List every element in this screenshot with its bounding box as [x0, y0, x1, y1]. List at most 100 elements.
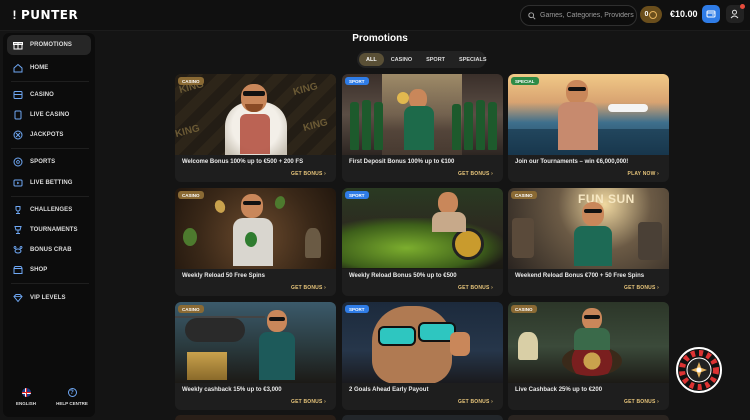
- promo-image-champagne: [342, 74, 503, 155]
- get-bonus-link[interactable]: GET BONUS ›: [291, 285, 326, 291]
- wallet-icon: [706, 10, 716, 18]
- logo-text: PUNTER: [21, 8, 79, 22]
- slot-machine-icon: [12, 90, 23, 101]
- category-badge: CASINO: [178, 305, 204, 313]
- promo-title: Welcome Bonus 100% up to €500 + 200 FS: [182, 159, 304, 165]
- sidebar-item-casino[interactable]: CASINO: [7, 86, 91, 104]
- sidebar-item-sports[interactable]: SPORTS: [7, 153, 91, 171]
- crab-icon: [12, 245, 23, 256]
- tab-sport[interactable]: SPORT: [419, 53, 452, 66]
- get-bonus-link[interactable]: GET BONUS ›: [458, 171, 493, 177]
- cta-label: PLAY NOW: [627, 171, 656, 177]
- top-header: ! PUNTER 0 €10.00: [0, 0, 750, 31]
- wallet-button[interactable]: [702, 5, 720, 23]
- sidebar-item-label: BONUS CRAB: [30, 247, 72, 253]
- home-icon: [12, 63, 23, 74]
- help-centre-link[interactable]: ? HELP CENTRE: [52, 388, 92, 406]
- roulette-wheel-icon[interactable]: [676, 347, 722, 393]
- sidebar-item-vip-levels[interactable]: VIP LEVELS: [7, 289, 91, 307]
- punter-logo[interactable]: ! PUNTER: [10, 8, 78, 22]
- sidebar-item-home[interactable]: HOME: [7, 59, 91, 77]
- category-badge: SPECIAL: [511, 77, 539, 85]
- language-selector[interactable]: ENGLISH: [6, 388, 46, 406]
- promo-card[interactable]: CASINO Weekly cashback 15% up to €3,000 …: [175, 302, 336, 410]
- get-bonus-link[interactable]: GET BONUS ›: [291, 171, 326, 177]
- coins-value: 0: [644, 11, 649, 18]
- sidebar-item-promotions[interactable]: PROMOTIONS: [7, 35, 91, 55]
- sidebar-item-shop[interactable]: SHOP: [7, 261, 91, 279]
- cards-icon: [12, 110, 23, 121]
- promo-card[interactable]: SPECIAL Join our Tournaments – win €6,00…: [508, 74, 669, 182]
- sidebar-item-label: CASINO: [30, 92, 54, 98]
- sidebar-item-label: SHOP: [30, 267, 48, 273]
- logo-mark: !: [12, 8, 17, 22]
- category-badge: SPORT: [345, 191, 369, 199]
- trophy-icon: [12, 205, 23, 216]
- get-bonus-link[interactable]: GET BONUS ›: [624, 285, 659, 291]
- sidebar-item-live-betting[interactable]: LIVE BETTING: [7, 174, 91, 192]
- search-icon: [528, 11, 536, 20]
- tab-all[interactable]: ALL: [359, 53, 384, 66]
- get-bonus-link[interactable]: GET BONUS ›: [458, 285, 493, 291]
- promo-image-glasses: [342, 302, 503, 383]
- language-label: ENGLISH: [15, 401, 36, 406]
- get-bonus-link[interactable]: GET BONUS ›: [458, 399, 493, 405]
- cta-label: GET BONUS: [291, 171, 323, 177]
- tab-specials[interactable]: SPECIALS: [452, 53, 494, 66]
- balance-display[interactable]: €10.00: [670, 9, 698, 19]
- help-icon: ?: [67, 388, 77, 397]
- sidebar-item-label: LIVE BETTING: [30, 180, 73, 186]
- sidebar-item-label: TOURNAMENTS: [30, 227, 78, 233]
- sidebar-item-live-casino[interactable]: LIVE CASINO: [7, 106, 91, 124]
- promo-image-yacht: [508, 74, 669, 155]
- sidebar-item-label: CHALLENGES: [30, 207, 73, 213]
- account-icon: [730, 9, 739, 19]
- search-input[interactable]: [540, 12, 635, 19]
- cta-label: GET BONUS: [624, 285, 656, 291]
- get-bonus-link[interactable]: GET BONUS ›: [624, 399, 659, 405]
- account-button[interactable]: [726, 4, 745, 23]
- promo-card[interactable]: SPORT Weekly Reload Bonus 50% up to €500…: [342, 188, 503, 296]
- sidebar-item-tournaments[interactable]: TOURNAMENTS: [7, 221, 91, 239]
- sidebar-item-jackpots[interactable]: JACKPOTS: [7, 126, 91, 144]
- cta-label: GET BONUS: [458, 399, 490, 405]
- coins-button[interactable]: 0: [640, 6, 662, 23]
- coin-icon: [649, 10, 658, 19]
- cta-label: GET BONUS: [291, 399, 323, 405]
- promo-card[interactable]: FUN SUN CASINO Weekend Reload Bonus €700…: [508, 188, 669, 296]
- category-badge: CASINO: [511, 191, 537, 199]
- promo-card-partial[interactable]: [342, 415, 503, 420]
- promo-title: Weekly Reload 50 Free Spins: [182, 273, 265, 279]
- promo-card-partial[interactable]: [508, 415, 669, 420]
- sidebar-item-bonus-crab[interactable]: BONUS CRAB: [7, 241, 91, 259]
- promo-card-partial[interactable]: [175, 415, 336, 420]
- promo-card[interactable]: SPORT First Deposit Bonus 100% up to €10…: [342, 74, 503, 182]
- cup-icon: [12, 225, 23, 236]
- promo-card[interactable]: SPORT 2 Goals Ahead Early Payout GET BON…: [342, 302, 503, 410]
- promo-card[interactable]: KING KING KING KING CASINO Welcome Bonus…: [175, 74, 336, 182]
- play-now-link[interactable]: PLAY NOW ›: [628, 171, 659, 177]
- get-bonus-link[interactable]: GET BONUS ›: [291, 399, 326, 405]
- search-bar[interactable]: [520, 5, 637, 26]
- sidebar-item-challenges[interactable]: CHALLENGES: [7, 201, 91, 219]
- promo-title: Weekly Reload Bonus 50% up to €500: [349, 273, 457, 279]
- tab-casino[interactable]: CASINO: [384, 53, 419, 66]
- promo-card[interactable]: CASINO Weekly Reload 50 Free Spins GET B…: [175, 188, 336, 296]
- sidebar-item-label: LIVE CASINO: [30, 112, 70, 118]
- sidebar-item-label: PROMOTIONS: [30, 42, 73, 48]
- cta-label: GET BONUS: [458, 171, 490, 177]
- category-badge: CASINO: [178, 77, 204, 85]
- category-badge: CASINO: [178, 191, 204, 199]
- promo-title: Weekly cashback 15% up to €3,000: [182, 387, 282, 393]
- promo-title: Join our Tournaments – win €6,000,000!: [515, 159, 629, 165]
- promotions-filter-tabs: ALL CASINO SPORT SPECIALS: [357, 51, 487, 68]
- cta-label: GET BONUS: [291, 285, 323, 291]
- promo-image-helicopter: [175, 302, 336, 383]
- cta-label: GET BONUS: [624, 399, 656, 405]
- category-badge: SPORT: [345, 77, 369, 85]
- promo-title: 2 Goals Ahead Early Payout: [349, 387, 429, 393]
- sidebar-divider: [11, 81, 89, 82]
- cta-label: GET BONUS: [458, 285, 490, 291]
- promo-card[interactable]: CASINO Live Cashback 25% up to €200 GET …: [508, 302, 669, 410]
- promo-image-roulette: [508, 302, 669, 383]
